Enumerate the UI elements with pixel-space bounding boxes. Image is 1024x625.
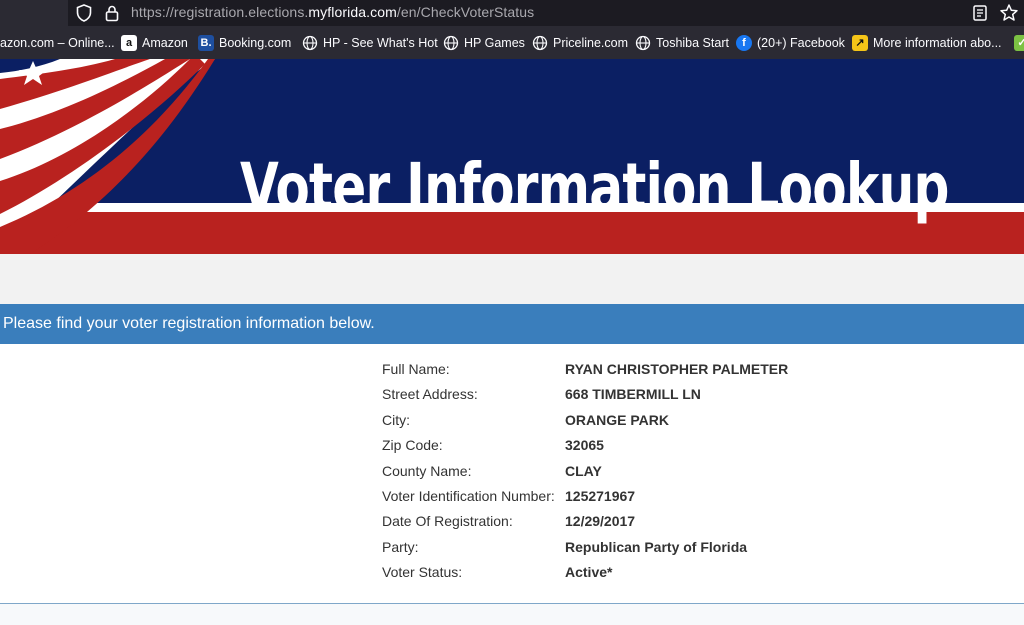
globe-icon <box>635 35 651 51</box>
voter-lookup-banner: Voter Information Lookup <box>0 59 1024 254</box>
bookmark-label: Toshiba Start <box>656 35 729 50</box>
detail-value: 668 TIMBERMILL LN <box>565 386 701 403</box>
url-domain: myflorida.com <box>308 4 397 20</box>
bookmark-amazon-online[interactable]: azon.com – Online... <box>0 26 115 59</box>
bookmark-amazon[interactable]: a Amazon <box>121 26 188 59</box>
bookmark-star-icon[interactable] <box>999 3 1019 28</box>
detail-row-street-address: Street Address: 668 TIMBERMILL LN <box>382 382 982 407</box>
bookmark-booking[interactable]: B. Booking.com <box>198 26 291 59</box>
bookmark-priceline[interactable]: Priceline.com <box>532 26 628 59</box>
bookmark-hp-whats-hot[interactable]: HP - See What's Hot <box>302 26 438 59</box>
detail-row-county-name: County Name: CLAY <box>382 459 982 484</box>
detail-row-party: Party: Republican Party of Florida <box>382 535 982 560</box>
detail-row-zip-code: Zip Code: 32065 <box>382 433 982 458</box>
bookmark-label: azon.com – Online... <box>0 35 115 50</box>
detail-value: CLAY <box>565 462 602 479</box>
shield-icon[interactable] <box>76 4 92 27</box>
banner-title: Voter Information Lookup <box>240 149 949 226</box>
url-text[interactable]: https://registration.elections.myflorida… <box>131 4 534 20</box>
detail-row-voter-id: Voter Identification Number: 125271967 <box>382 484 982 509</box>
bookmark-label: Booking.com <box>219 35 292 50</box>
bookmark-label: Priceline.com <box>553 35 629 50</box>
detail-label: Date Of Registration: <box>382 513 513 530</box>
detail-value: 12/29/2017 <box>565 513 636 530</box>
detail-row-full-name: Full Name: RYAN CHRISTOPHER PALMETER <box>382 357 982 382</box>
detail-value: RYAN CHRISTOPHER PALMETER <box>565 361 789 377</box>
detail-label: Full Name: <box>382 361 450 377</box>
bookmark-more-information[interactable]: ↗ More information abo... <box>852 26 1002 59</box>
globe-icon <box>532 35 548 51</box>
shield-check-icon: ✓ <box>1014 34 1024 51</box>
lock-icon[interactable] <box>104 4 120 27</box>
footer-area <box>0 604 1024 625</box>
bookmark-label: HP Games <box>464 35 525 50</box>
info-message-bar: Please find your voter registration info… <box>0 304 1024 344</box>
detail-value: Active* <box>565 564 613 581</box>
detail-row-registration-date: Date Of Registration: 12/29/2017 <box>382 509 982 534</box>
bookmark-hp-games[interactable]: HP Games <box>443 26 525 59</box>
bookmark-overflow[interactable]: ✓ <box>1014 26 1024 59</box>
url-path: /en/CheckVoterStatus <box>396 4 535 20</box>
globe-icon <box>302 35 318 51</box>
tab-strip <box>0 0 68 26</box>
detail-label: County Name: <box>382 462 472 479</box>
url-prefix: https://registration.elections. <box>131 4 309 20</box>
bookmark-label: HP - See What's Hot <box>323 35 438 50</box>
amazon-icon: a <box>121 34 137 51</box>
bookmark-toshiba-start[interactable]: Toshiba Start <box>635 26 729 59</box>
detail-label: Voter Identification Number: <box>382 487 555 504</box>
detail-label: City: <box>382 411 410 428</box>
voter-details: Full Name: RYAN CHRISTOPHER PALMETER Str… <box>382 357 982 586</box>
booking-icon: B. <box>198 34 214 51</box>
bookmark-label: More information abo... <box>873 35 1002 50</box>
detail-value: ORANGE PARK <box>565 411 669 428</box>
bookmark-label: (20+) Facebook <box>757 35 845 50</box>
detail-label: Zip Code: <box>382 437 443 454</box>
facebook-icon: f <box>736 34 752 51</box>
reader-view-icon[interactable] <box>972 4 988 27</box>
detail-label: Voter Status: <box>382 564 463 581</box>
bookmark-label: Amazon <box>142 35 188 50</box>
detail-value: 125271967 <box>565 487 636 504</box>
detail-row-city: City: ORANGE PARK <box>382 408 982 433</box>
globe-icon <box>443 35 459 51</box>
spacer-band <box>0 254 1024 304</box>
detail-label: Street Address: <box>382 386 478 403</box>
external-link-icon: ↗ <box>852 34 868 51</box>
detail-value: Republican Party of Florida <box>565 538 748 555</box>
bookmarks-toolbar: azon.com – Online... a Amazon B. Booking… <box>0 26 1024 59</box>
detail-label: Party: <box>382 538 419 555</box>
detail-value: 32065 <box>565 437 604 454</box>
bookmark-facebook[interactable]: f (20+) Facebook <box>736 26 845 59</box>
info-message: Please find your voter registration info… <box>3 315 375 332</box>
detail-row-voter-status: Voter Status: Active* <box>382 560 982 585</box>
browser-url-bar: https://registration.elections.myflorida… <box>0 0 1024 26</box>
